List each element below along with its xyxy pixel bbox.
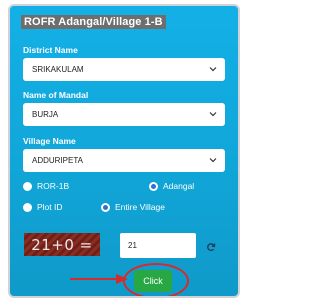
record-type-group: ROR-1B Adangal xyxy=(23,181,233,195)
click-button[interactable]: Click xyxy=(134,270,172,292)
form-title: ROFR Adangal/Village 1-B xyxy=(21,15,166,29)
captcha-answer-input[interactable] xyxy=(120,233,196,258)
radio-label: Adangal xyxy=(163,181,195,191)
rofr-form-panel: ROFR Adangal/Village 1-B District Name S… xyxy=(8,4,240,298)
radio-dot-selected xyxy=(101,202,110,212)
radio-label: Plot ID xyxy=(37,202,63,212)
district-label: District Name xyxy=(23,45,78,55)
radio-label: ROR-1B xyxy=(37,181,70,191)
radio-entire-village[interactable]: Entire Village xyxy=(101,202,165,212)
radio-dot xyxy=(23,181,32,191)
chevron-down-icon xyxy=(209,67,217,72)
radio-ror-1b[interactable]: ROR-1B xyxy=(23,181,69,191)
refresh-icon[interactable] xyxy=(206,242,216,252)
scope-group: Plot ID Entire Village xyxy=(23,202,233,216)
district-value: SRIKAKULAM xyxy=(32,65,84,74)
radio-dot-selected xyxy=(149,181,158,191)
district-select[interactable]: SRIKAKULAM xyxy=(23,58,225,81)
radio-adangal[interactable]: Adangal xyxy=(149,181,194,191)
village-value: ADDURIPETA xyxy=(32,156,83,165)
mandal-select[interactable]: BURJA xyxy=(23,103,225,126)
radio-plot-id[interactable]: Plot ID xyxy=(23,202,63,212)
mandal-label: Name of Mandal xyxy=(23,90,89,100)
arrow-right-icon xyxy=(70,274,128,284)
captcha-image: 21+0 = xyxy=(24,233,100,256)
radio-dot xyxy=(23,202,32,212)
mandal-value: BURJA xyxy=(32,110,59,119)
radio-label: Entire Village xyxy=(115,202,165,212)
village-label: Village Name xyxy=(23,136,76,146)
chevron-down-icon xyxy=(209,112,217,117)
village-select[interactable]: ADDURIPETA xyxy=(23,149,225,172)
chevron-down-icon xyxy=(209,158,217,163)
